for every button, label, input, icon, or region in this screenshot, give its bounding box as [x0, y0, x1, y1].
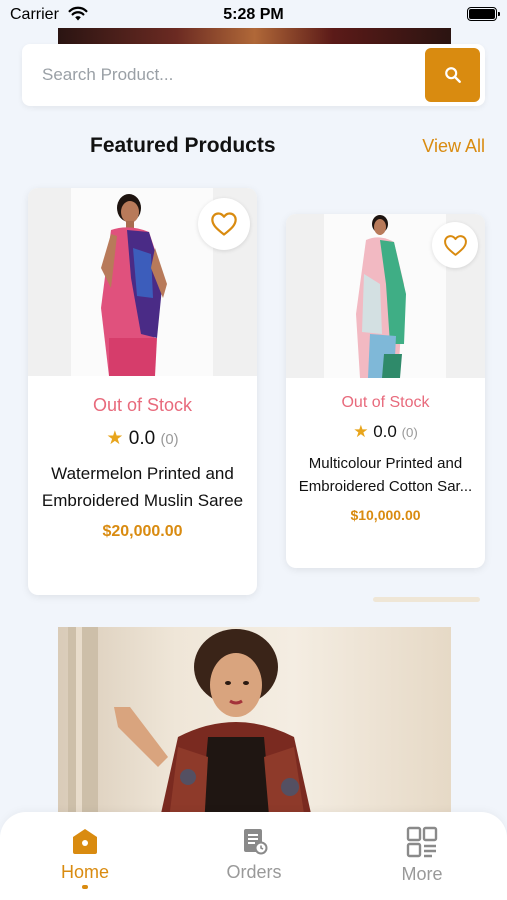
product-name-line: Embroidered Muslin Saree — [41, 491, 244, 510]
favorite-button[interactable] — [432, 222, 478, 268]
bottom-navigation: Home Orders More — [0, 812, 507, 900]
search-button[interactable] — [425, 48, 480, 102]
status-time: 5:28 PM — [223, 6, 284, 23]
nav-home-label: Home — [60, 862, 109, 882]
product-name: Watermelon Printed and Embroidered Musli… — [34, 460, 251, 514]
product-price: $20,000.00 — [102, 523, 183, 540]
product-name-line: Watermelon Printed and — [51, 464, 234, 483]
product-card[interactable]: Out of Stock ★ 0.0 (0) Multicolour Print… — [286, 214, 485, 568]
rating-count: (0) — [160, 432, 179, 448]
nav-orders-label: Orders — [226, 862, 282, 882]
heart-outline-icon — [211, 212, 237, 236]
orders-document-icon — [244, 829, 268, 855]
product-name-line: Multicolour Printed and — [308, 455, 463, 472]
stock-status: Out of Stock — [92, 395, 193, 415]
grid-more-icon — [406, 826, 438, 858]
favorite-button[interactable] — [198, 198, 250, 250]
section-title: Featured Products — [90, 134, 276, 157]
rating-value: 0.0 — [373, 422, 397, 441]
nav-more[interactable]: More — [367, 826, 477, 885]
stock-status: Out of Stock — [341, 394, 430, 411]
star-icon: ★ — [106, 428, 124, 449]
promo-banner-image[interactable] — [58, 627, 451, 827]
product-rating: ★ 0.0 (0) — [28, 427, 257, 450]
star-icon: ★ — [353, 422, 369, 441]
search-input[interactable] — [42, 58, 422, 92]
nav-orders[interactable]: Orders — [199, 826, 309, 883]
product-rating: ★ 0.0 (0) — [286, 422, 485, 442]
nav-home[interactable]: Home — [30, 826, 140, 889]
active-indicator — [82, 885, 88, 889]
product-name-line: Embroidered Cotton Sar... — [298, 478, 473, 495]
status-bar: Carrier 5:28 PM — [0, 0, 507, 30]
battery-icon — [467, 7, 500, 21]
search-bar — [22, 44, 485, 106]
product-card[interactable]: Out of Stock ★ 0.0 (0) Watermelon Printe… — [28, 188, 257, 595]
heart-outline-icon — [443, 234, 467, 256]
product-name: Multicolour Printed and Embroidered Cott… — [292, 452, 479, 498]
rating-count: (0) — [401, 425, 418, 440]
rating-value: 0.0 — [128, 428, 156, 449]
nav-more-label: More — [401, 864, 443, 884]
search-icon — [444, 67, 461, 83]
product-price: $10,000.00 — [350, 507, 421, 523]
view-all-link[interactable]: View All — [422, 136, 485, 157]
carousel-scroll-indicator — [373, 597, 480, 602]
home-icon — [73, 829, 97, 854]
